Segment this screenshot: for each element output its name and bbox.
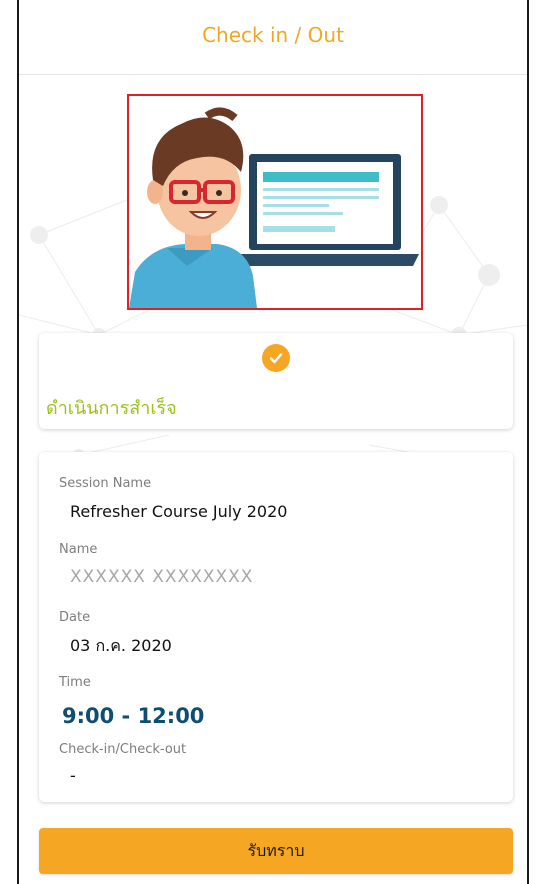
session-name-label: Session Name xyxy=(59,476,152,491)
time-value: 9:00 - 12:00 xyxy=(62,704,205,728)
name-value: XXXXXX XXXXXXXX xyxy=(70,567,254,587)
date-value: 03 ก.ค. 2020 xyxy=(70,636,172,655)
app-screen: Check in / Out ดำเนินการสำเร็จ Session N… xyxy=(17,0,529,884)
page-title: Check in / Out xyxy=(202,23,344,47)
success-message: ดำเนินการสำเร็จ xyxy=(46,398,177,419)
session-name-value: Refresher Course July 2020 xyxy=(70,502,288,521)
session-details-card: Session Name Refresher Course July 2020 … xyxy=(39,452,513,802)
checkinout-label: Check-in/Check-out xyxy=(59,742,187,757)
time-label: Time xyxy=(59,675,91,690)
date-label: Date xyxy=(59,610,91,625)
check-circle-icon xyxy=(262,344,290,372)
acknowledge-button[interactable]: รับทราบ xyxy=(39,828,513,874)
person-with-laptop-illustration xyxy=(127,94,423,310)
success-card: ดำเนินการสำเร็จ xyxy=(39,333,513,429)
checkinout-value: - xyxy=(70,766,76,785)
name-label: Name xyxy=(59,542,98,557)
app-header: Check in / Out xyxy=(19,0,527,75)
